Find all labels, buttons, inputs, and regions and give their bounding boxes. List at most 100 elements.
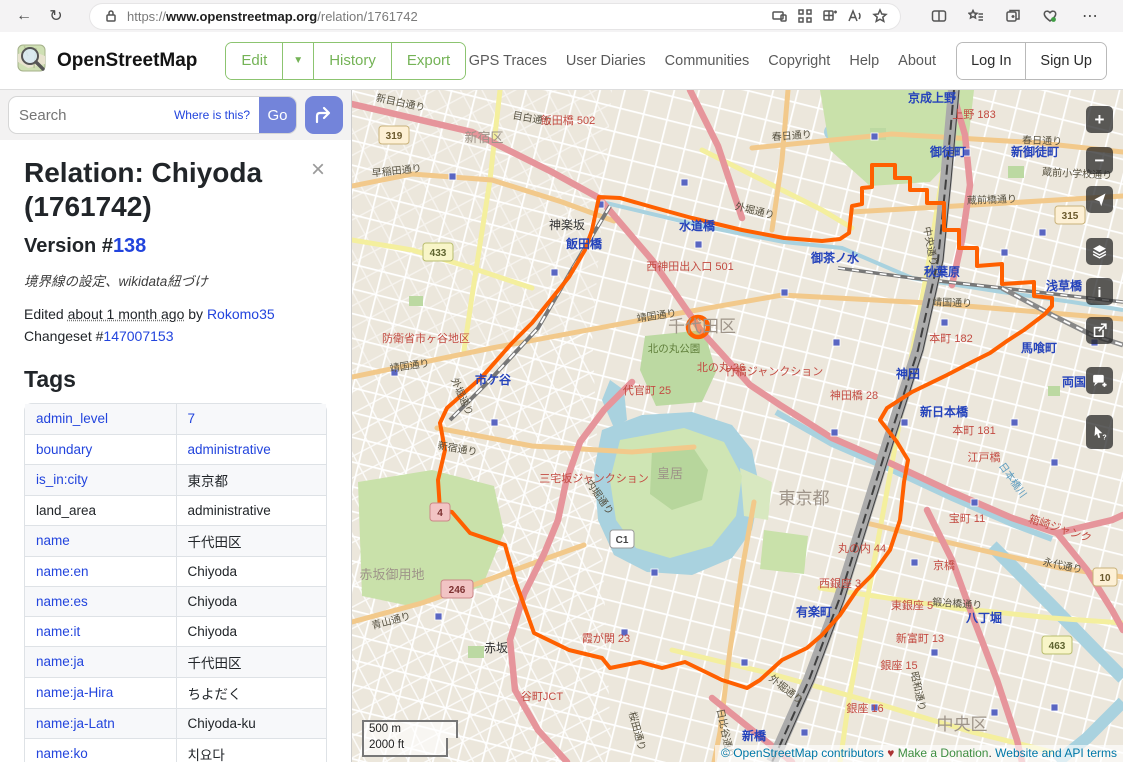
map-label-exit: 本町 182 [929, 331, 972, 345]
changeset-link[interactable]: 147007153 [103, 328, 173, 344]
nav-about[interactable]: About [898, 53, 936, 69]
header-nav: GPS Traces User Diaries Communities Copy… [469, 53, 936, 69]
locate-button[interactable] [1086, 186, 1113, 213]
nav-user-diaries[interactable]: User Diaries [566, 53, 646, 69]
map-label-exit: 宝町 11 [949, 511, 985, 525]
directions-button[interactable] [305, 96, 343, 134]
add-note-button[interactable] [1086, 367, 1113, 394]
map-label-exit: 西神田出入口 501 [646, 259, 733, 273]
more-menu-icon[interactable]: ⋯ [1078, 6, 1102, 26]
zoom-out-button[interactable]: − [1086, 147, 1113, 174]
collections-add-icon[interactable] [821, 8, 838, 25]
heart-icon: ♥ [887, 746, 894, 760]
editor-link[interactable]: Rokomo35 [207, 306, 275, 322]
map-label-exit: 東銀座 5 [891, 598, 933, 612]
version-link[interactable]: 138 [113, 235, 146, 257]
tag-key-link[interactable]: name:ja [36, 654, 84, 669]
map-label-place: 赤坂 [484, 641, 508, 655]
address-bar[interactable]: https://www.openstreetmap.org/relation/1… [90, 4, 900, 29]
map-key-button[interactable]: i [1086, 278, 1113, 305]
map-label-exit: 上野 183 [952, 108, 995, 121]
tag-key-link[interactable]: is_in:city [36, 472, 88, 487]
tag-value-link[interactable]: 7 [188, 411, 196, 426]
map-label-station: 神田 [896, 366, 920, 381]
map-label-area: 東京都 [779, 489, 830, 508]
page-title: Relation: Chiyoda (1761742) [24, 156, 309, 223]
device-icon[interactable] [771, 8, 788, 25]
tag-value: 千代田区 [188, 656, 242, 671]
map-canvas[interactable]: 319 433 315 4 246 C1 10 463 新目白通り 目白通り 早… [352, 90, 1123, 762]
donation-link[interactable]: Make a Donation [898, 746, 989, 760]
map-label-junction: 三宅坂ジャンクション [539, 471, 648, 485]
svg-text:10: 10 [1099, 573, 1111, 584]
tag-key-link[interactable]: name:ja-Hira [36, 685, 113, 700]
relation-panel: Relation: Chiyoda (1761742) × Version #1… [0, 140, 351, 762]
edit-dropdown-caret[interactable]: ▼ [282, 43, 313, 79]
browser-essentials-icon[interactable] [1041, 8, 1058, 25]
route-shield: 10 [1093, 568, 1117, 586]
tag-key-link[interactable]: name:ja-Latn [36, 716, 115, 731]
terms-link[interactable]: Website and API terms [995, 746, 1117, 760]
tag-key-link[interactable]: name:ko [36, 746, 88, 761]
edit-button-group: Edit ▼ History Export [225, 42, 466, 80]
apps-grid-icon[interactable] [796, 8, 813, 25]
query-icon: ? [1091, 424, 1108, 441]
favorite-star-icon[interactable] [871, 8, 888, 25]
map-label-station: 飯田橋 [565, 236, 603, 251]
changeset-comment: 境界線の設定、wikidata紐づけ [24, 270, 327, 290]
close-icon[interactable]: × [309, 156, 327, 184]
osm-brand[interactable]: OpenStreetMap [16, 42, 197, 79]
map-label-area: 赤坂御用地 [359, 567, 424, 582]
browser-toolbar: ← ↻ https://www.openstreetmap.org/relati… [0, 0, 1123, 32]
tag-key-link[interactable]: name:it [36, 624, 80, 639]
nav-help[interactable]: Help [849, 53, 879, 69]
favorites-list-icon[interactable] [967, 8, 984, 25]
back-icon[interactable]: ← [12, 7, 36, 25]
map-label-station: 御徒町 [929, 144, 966, 159]
tag-key-link[interactable]: name [36, 533, 70, 548]
nav-communities[interactable]: Communities [665, 53, 750, 69]
map-label-exit: 江戸橋 [968, 450, 1001, 464]
refresh-icon[interactable]: ↻ [44, 6, 68, 26]
nav-gps-traces[interactable]: GPS Traces [469, 53, 547, 69]
tag-key-link[interactable]: name:es [36, 594, 88, 609]
tag-value: Chiyoda-ku [188, 716, 256, 731]
query-features-button[interactable]: ? [1086, 415, 1113, 449]
search-go-button[interactable]: Go [259, 97, 296, 133]
collections-icon[interactable] [1004, 8, 1021, 25]
table-row: name:ja 千代田区 [25, 646, 326, 677]
signup-button[interactable]: Sign Up [1025, 43, 1106, 79]
note-icon [1091, 372, 1108, 389]
share-button[interactable] [1086, 317, 1113, 344]
export-button[interactable]: Export [391, 43, 465, 79]
tag-key-link[interactable]: admin_level [36, 411, 108, 426]
map-label-exit: 飯田橋 502 [541, 113, 595, 127]
osm-contributors-link[interactable]: © OpenStreetMap contributors [721, 746, 884, 760]
split-screen-icon[interactable] [930, 8, 947, 25]
table-row: is_in:city東京都 [25, 464, 326, 495]
search-input[interactable] [9, 107, 172, 124]
map-label-area: 皇居 [657, 466, 683, 481]
map-label-station: 新橋 [742, 728, 767, 743]
layers-button[interactable] [1086, 238, 1113, 265]
login-button[interactable]: Log In [957, 43, 1025, 79]
zoom-in-button[interactable]: + [1086, 106, 1113, 133]
map-label-exit: 丸の内 44 [838, 541, 886, 555]
tag-key-link[interactable]: boundary [36, 442, 92, 457]
edit-button[interactable]: Edit [226, 43, 282, 79]
map-label-exit: 銀座 15 [880, 658, 917, 672]
table-row: name:ja-Latn Chiyoda-ku [25, 708, 326, 738]
map-label-exit: 新富町 13 [896, 631, 944, 645]
tag-key-link[interactable]: name:en [36, 564, 89, 579]
read-aloud-icon[interactable] [846, 8, 863, 25]
map-tiles: 319 433 315 4 246 C1 10 463 新目白通り 目白通り 早… [352, 90, 1123, 762]
map-label-exit: 京橋 [933, 558, 955, 572]
table-row: name:esChiyoda [25, 586, 326, 616]
table-row: name:enChiyoda [25, 556, 326, 586]
where-is-this-link[interactable]: Where is this? [172, 108, 259, 122]
history-button[interactable]: History [313, 43, 391, 79]
nav-copyright[interactable]: Copyright [768, 53, 830, 69]
tag-value-link[interactable]: administrative [188, 442, 271, 457]
route-shield: 246 [441, 580, 473, 598]
map-label-station: 有楽町 [796, 604, 832, 619]
